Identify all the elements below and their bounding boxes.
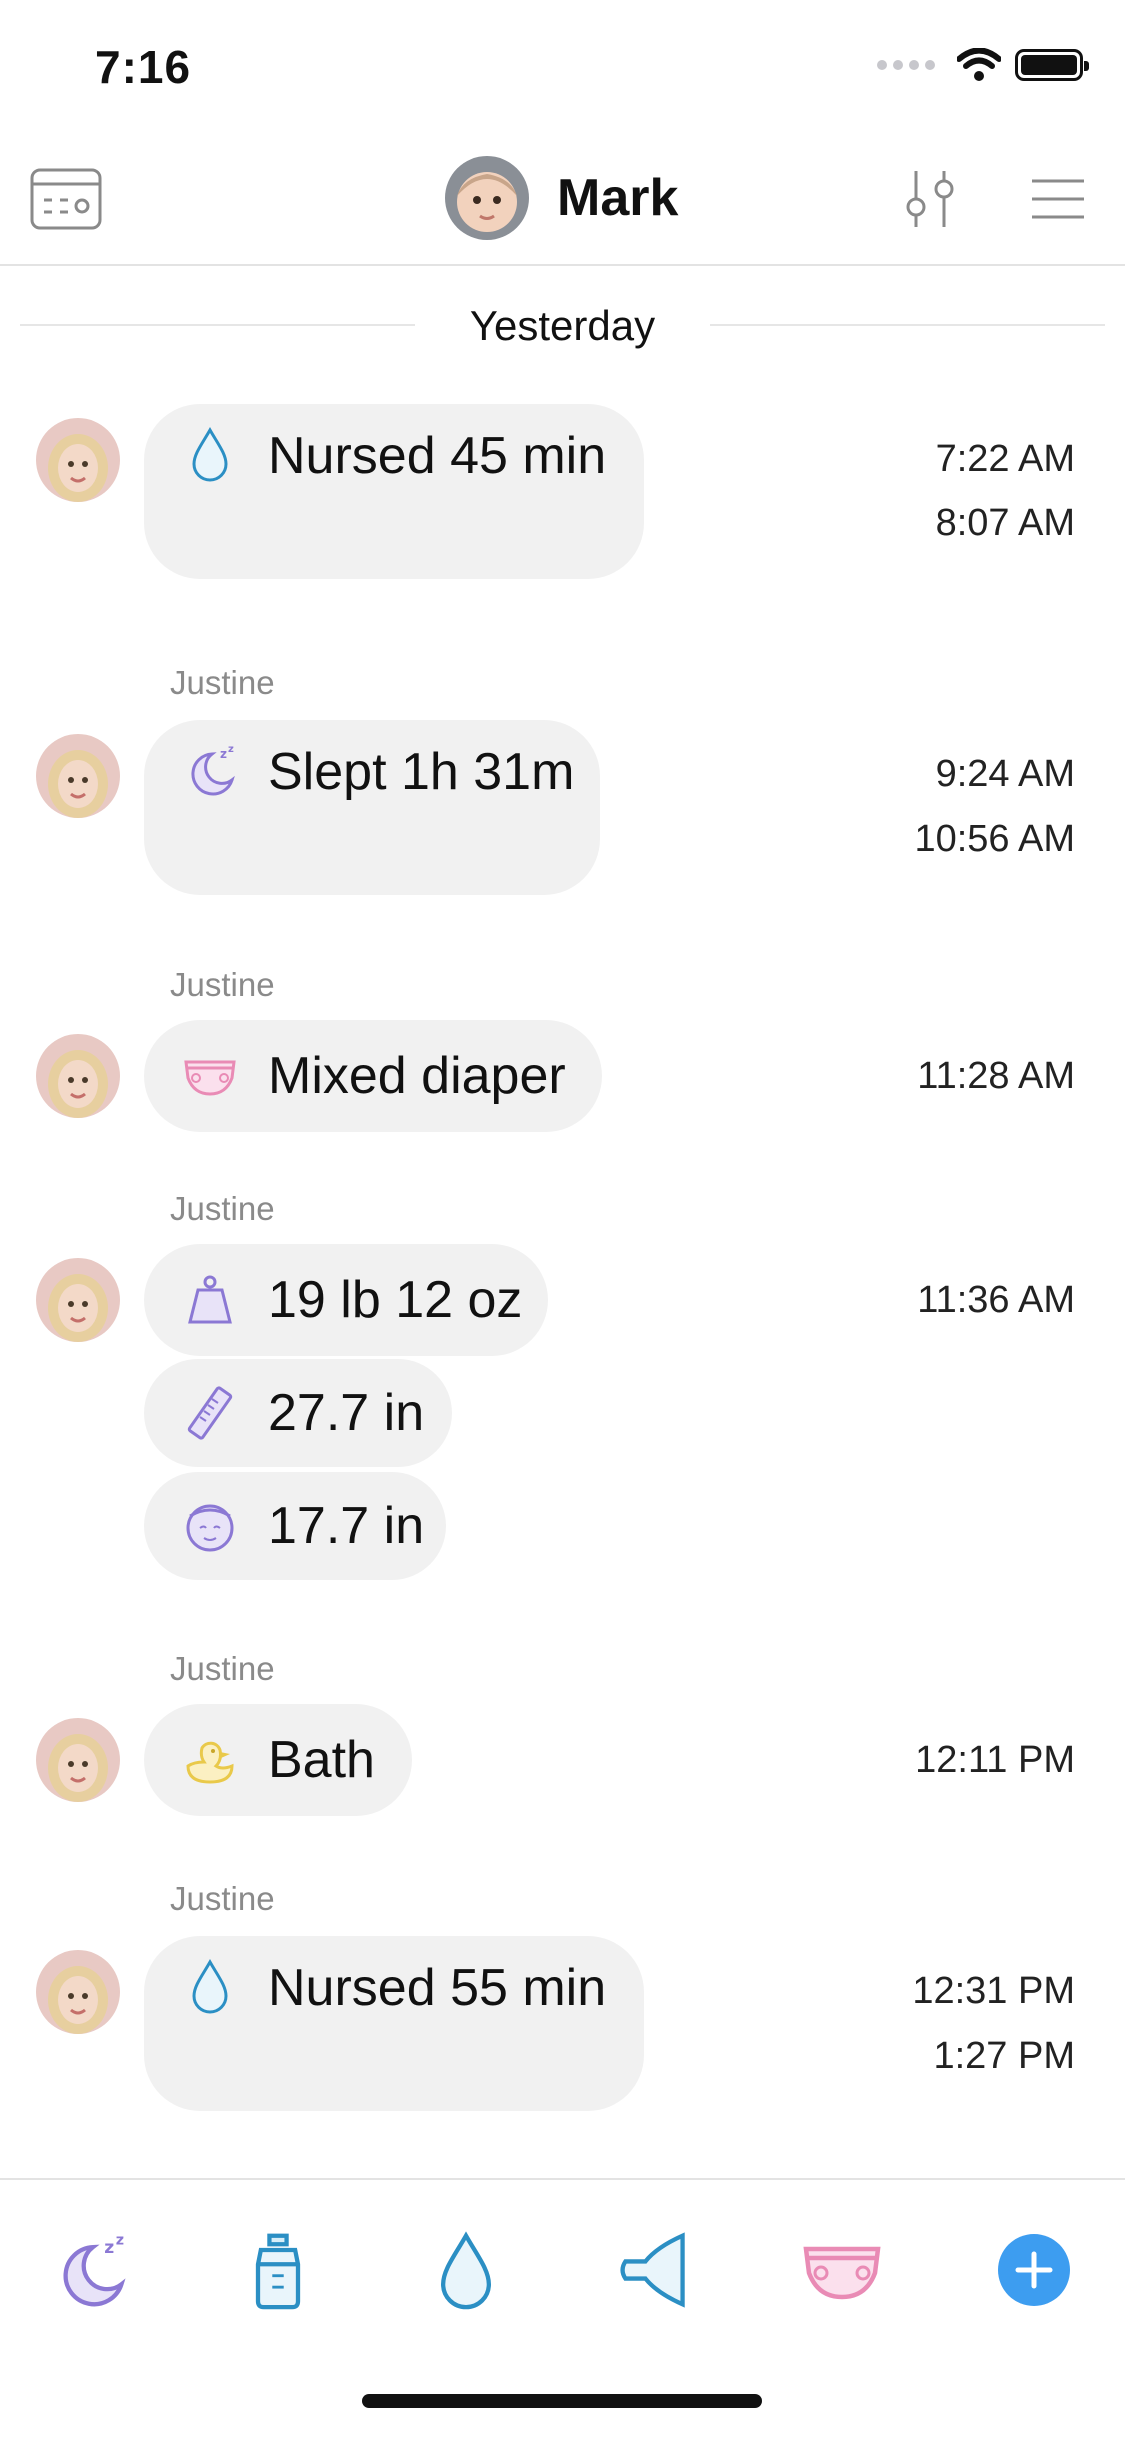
drop-icon — [426, 2230, 506, 2310]
child-name: Mark — [557, 169, 679, 227]
head-icon — [182, 1498, 238, 1554]
entry-author: Justine — [170, 1650, 275, 1687]
home-indicator[interactable] — [362, 2394, 762, 2408]
tab-bottle[interactable] — [228, 2220, 328, 2320]
entry-label: Nursed 45 min — [268, 427, 607, 485]
entry-label: Nursed 55 min — [268, 1959, 607, 2017]
entry-label: 17.7 in — [268, 1497, 425, 1555]
moon-sleep-icon — [50, 2230, 130, 2310]
pump-icon — [614, 2230, 694, 2310]
calendar-icon[interactable] — [28, 164, 104, 234]
entry-author: Justine — [170, 664, 275, 701]
ruler-icon — [182, 1385, 238, 1441]
entry-label: Slept 1h 31m — [268, 743, 575, 801]
diaper-icon — [182, 1048, 238, 1104]
entry-bubble[interactable]: Mixed diaper — [144, 1020, 602, 1132]
caregiver-avatar[interactable] — [36, 418, 120, 502]
day-header: Yesterday — [0, 296, 1125, 356]
wifi-icon — [957, 48, 1001, 81]
drop-icon — [182, 1958, 238, 2014]
entry-bubble[interactable]: 19 lb 12 oz — [144, 1244, 548, 1356]
entry-label: Mixed diaper — [268, 1047, 566, 1105]
add-icon — [998, 2234, 1070, 2306]
entry-bubble[interactable]: 27.7 in — [144, 1359, 452, 1467]
entry-bubble[interactable]: Nursed 45 min — [144, 404, 644, 579]
entry-author: Justine — [170, 1880, 275, 1917]
tab-pump[interactable] — [604, 2220, 704, 2320]
nav-bar: Mark — [0, 150, 1125, 266]
battery-icon — [1015, 49, 1089, 81]
entry-bubble[interactable]: Nursed 55 min — [144, 1936, 644, 2111]
diaper-icon — [800, 2228, 884, 2312]
entry-bubble[interactable]: Bath — [144, 1704, 412, 1816]
caregiver-avatar[interactable] — [36, 1258, 120, 1342]
bottle-icon — [238, 2230, 318, 2310]
caregiver-avatar[interactable] — [36, 1034, 120, 1118]
entry-label: 27.7 in — [268, 1384, 425, 1442]
entry-start-time: 11:28 AM — [917, 1055, 1075, 1097]
entry-end-time: 10:56 AM — [914, 818, 1075, 860]
weight-icon — [182, 1272, 238, 1328]
filter-sliders-icon[interactable] — [895, 164, 965, 234]
child-avatar — [445, 156, 529, 240]
entry-label: Bath — [268, 1731, 375, 1789]
caregiver-avatar[interactable] — [36, 1950, 120, 2034]
entry-end-time: 1:27 PM — [933, 2035, 1075, 2077]
drop-icon — [182, 426, 238, 482]
entry-start-time: 9:24 AM — [935, 753, 1075, 795]
status-indicators — [877, 48, 1089, 82]
tab-nursing[interactable] — [416, 2220, 516, 2320]
moon-sleep-icon — [182, 742, 238, 798]
entry-start-time: 12:31 PM — [912, 1970, 1075, 2012]
entry-start-time: 11:36 AM — [917, 1279, 1075, 1321]
caregiver-avatar[interactable] — [36, 734, 120, 818]
child-switcher[interactable]: Mark — [445, 156, 678, 240]
entry-start-time: 7:22 AM — [935, 438, 1075, 480]
caregiver-avatar[interactable] — [36, 1718, 120, 1802]
entry-label: 19 lb 12 oz — [268, 1271, 523, 1329]
entry-bubble[interactable]: 17.7 in — [144, 1472, 446, 1580]
day-label: Yesterday — [441, 302, 684, 350]
entry-end-time: 8:07 AM — [935, 502, 1075, 544]
entry-author: Justine — [170, 966, 275, 1003]
entry-author: Justine — [170, 1190, 275, 1227]
add-entry-button[interactable] — [984, 2220, 1084, 2320]
status-time: 7:16 — [95, 41, 192, 93]
duck-icon — [182, 1732, 238, 1788]
tab-diaper[interactable] — [792, 2220, 892, 2320]
menu-icon[interactable] — [1025, 166, 1091, 232]
signal-icon — [877, 60, 935, 70]
tab-sleep[interactable] — [40, 2220, 140, 2320]
entry-bubble[interactable]: Slept 1h 31m — [144, 720, 600, 895]
entry-start-time: 12:11 PM — [915, 1739, 1075, 1781]
